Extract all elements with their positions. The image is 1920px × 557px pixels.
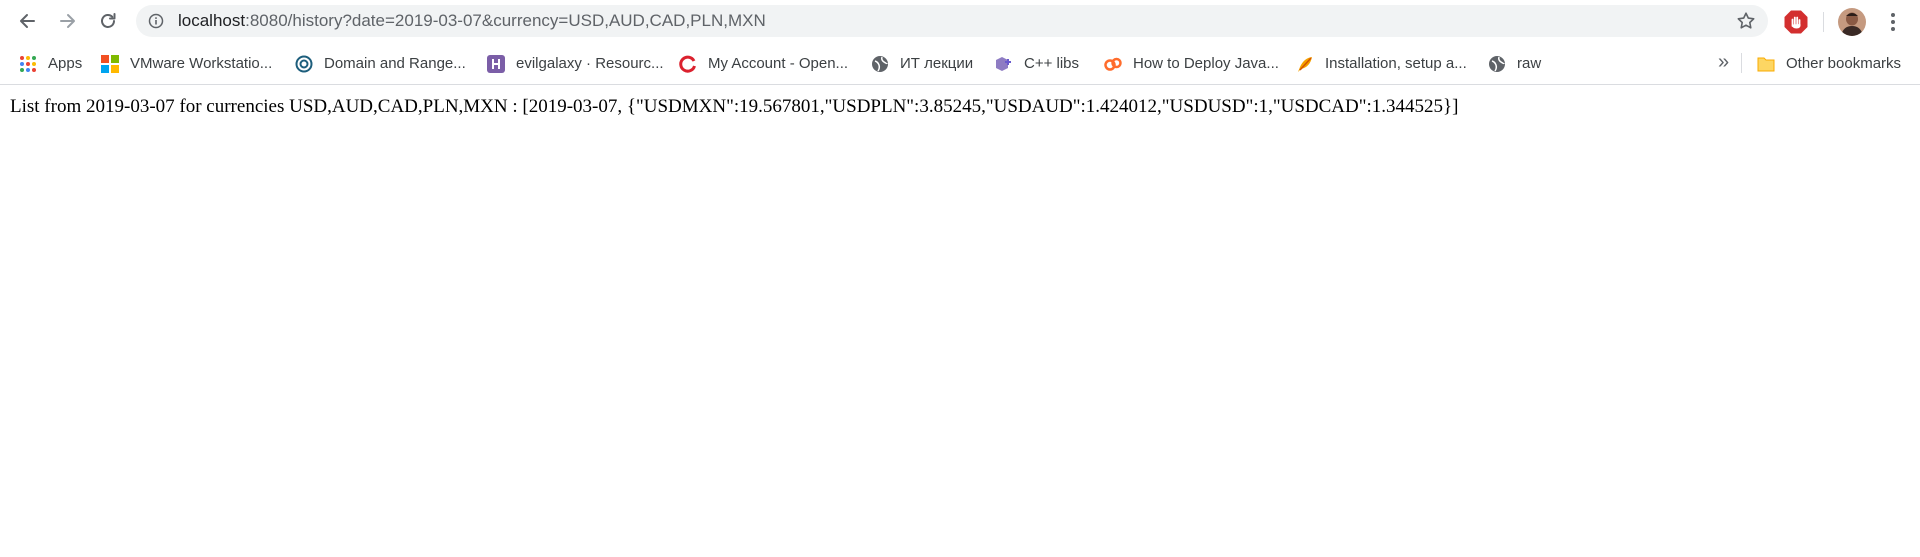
other-bookmarks-label: Other bookmarks	[1786, 55, 1902, 72]
bookmark-label: C++ libs	[1024, 55, 1080, 72]
arrow-right-icon	[60, 14, 75, 28]
globe-icon	[1488, 55, 1506, 73]
forward-button[interactable]	[53, 6, 83, 36]
url-path: :8080/history?date=2019-03-07&currency=U…	[245, 11, 766, 30]
bookmark-label: VMware Workstatio...	[130, 55, 273, 72]
bookmark-apps[interactable]: Apps	[19, 43, 82, 84]
star-outline-icon[interactable]	[1736, 11, 1756, 31]
feather-icon	[1296, 55, 1314, 73]
bookmark-raw[interactable]: raw	[1488, 43, 1541, 84]
vmware-icon	[101, 54, 119, 73]
reload-icon	[101, 13, 116, 28]
address-bar[interactable]: localhost:8080/history?date=2019-03-07&c…	[136, 5, 1768, 37]
cp-logo-icon	[1104, 55, 1122, 73]
url-text[interactable]: localhost:8080/history?date=2019-03-07&c…	[178, 5, 766, 37]
info-icon[interactable]	[148, 13, 164, 29]
reload-button[interactable]	[93, 6, 123, 36]
page-body-text: List from 2019-03-07 for currencies USD,…	[10, 96, 1459, 117]
h-logo-icon	[487, 54, 505, 73]
bookmark-domain-range[interactable]: Domain and Range...	[295, 43, 466, 84]
vertical-dots-icon	[1891, 13, 1895, 17]
bookmark-label: Apps	[48, 55, 83, 72]
bookmark-label: How to Deploy Java...	[1133, 55, 1279, 72]
bookmark-label: evilgalaxy · Resourc...	[516, 55, 664, 72]
bookmarks-bar: Apps VMware Workstatio... Domain and Ran…	[0, 43, 1920, 85]
bookmark-deploy-java[interactable]: How to Deploy Java...	[1104, 43, 1279, 84]
folder-icon	[1757, 55, 1775, 73]
bookmark-my-account[interactable]: My Account - Open...	[679, 43, 848, 84]
bookmark-installation[interactable]: Installation, setup a...	[1296, 43, 1467, 84]
apps-grid-icon	[19, 55, 37, 73]
globe-icon	[871, 55, 889, 73]
back-button[interactable]	[12, 6, 42, 36]
browser-toolbar: localhost:8080/history?date=2019-03-07&c…	[0, 0, 1920, 43]
browser-menu-button[interactable]	[1880, 8, 1906, 36]
bookmark-label: raw	[1517, 55, 1542, 72]
bookmark-label: Installation, setup a...	[1325, 55, 1467, 72]
more-bookmarks-button[interactable]: »	[1718, 43, 1729, 84]
bookmarks-divider	[1741, 53, 1742, 73]
profile-avatar[interactable]	[1838, 8, 1866, 36]
bookmark-vmware[interactable]: VMware Workstatio...	[101, 43, 272, 84]
bookmark-cpp-libs[interactable]: C++ libs	[995, 43, 1079, 84]
other-bookmarks[interactable]: Other bookmarks	[1757, 43, 1901, 84]
circle-logo-icon	[295, 55, 313, 73]
bookmark-label: Domain and Range...	[324, 55, 466, 72]
arrow-left-icon	[20, 14, 35, 28]
bookmark-label: My Account - Open...	[708, 55, 849, 72]
bookmark-it-lectures[interactable]: ИТ лекции	[871, 43, 973, 84]
cpp-icon	[995, 55, 1013, 73]
toolbar-divider	[1823, 12, 1824, 32]
avatar-image	[1838, 8, 1866, 36]
bookmark-label: ИТ лекции	[900, 55, 974, 72]
adblock-hand-icon[interactable]	[1783, 9, 1809, 35]
openshift-icon	[679, 55, 697, 73]
bookmark-evilgalaxy[interactable]: evilgalaxy · Resourc...	[487, 43, 664, 84]
url-host: localhost	[178, 11, 246, 30]
